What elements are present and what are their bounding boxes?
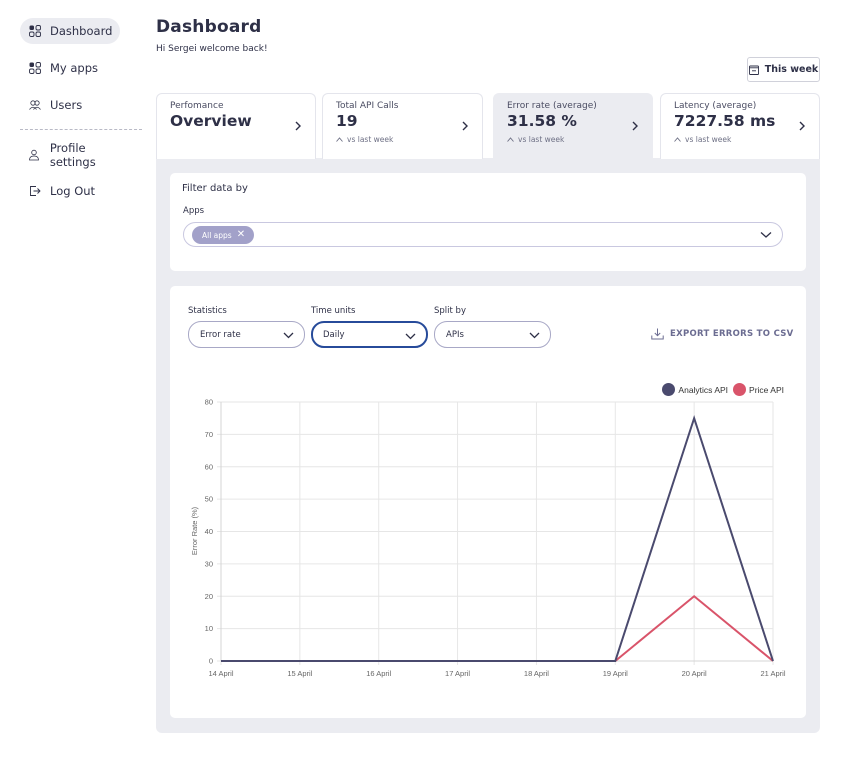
y-tick-label: 60 xyxy=(205,462,213,471)
y-tick-label: 20 xyxy=(205,592,213,601)
card-performance-overview[interactable]: Perfomance Overview xyxy=(156,93,316,159)
y-axis: 0 10 20 30 40 50 60 70 80 xyxy=(205,398,213,666)
card-label: Error rate (average) xyxy=(507,101,597,111)
card-label: Total API Calls xyxy=(336,101,399,111)
x-tick-label: 21 April xyxy=(760,669,785,678)
period-picker-button[interactable]: This week xyxy=(747,57,820,82)
chevron-down-icon xyxy=(760,232,772,238)
sidebar-item-label: Dashboard xyxy=(50,24,113,38)
sidebar-item-label: My apps xyxy=(50,61,99,75)
card-trend: vs last week xyxy=(674,135,806,144)
series-line-analytics-api xyxy=(221,414,774,662)
card-latency[interactable]: Latency (average) 7227.58 ms vs last wee… xyxy=(660,93,820,159)
card-value: 7227.58 ms xyxy=(674,112,776,130)
chevron-right-icon xyxy=(632,121,638,131)
card-trend: vs last week xyxy=(336,135,469,144)
x-tick-label: 18 April xyxy=(524,669,549,678)
chart-lines xyxy=(221,414,774,662)
y-tick-label: 70 xyxy=(205,430,213,439)
apps-multiselect[interactable]: All apps ✕ xyxy=(183,222,783,247)
sidebar-item-label: Profile settings xyxy=(49,141,96,169)
sidebar-item-dashboard[interactable]: Dashboard xyxy=(20,18,121,44)
app-chip: All apps ✕ xyxy=(192,226,255,244)
y-tick-label: 80 xyxy=(205,398,213,407)
profile-icon xyxy=(28,149,41,162)
card-trend: vs last week xyxy=(507,135,639,144)
chevron-up-icon xyxy=(336,137,343,142)
sidebar-item-log-out[interactable]: Log Out xyxy=(20,178,103,204)
y-tick-label: 10 xyxy=(205,624,213,633)
card-label: Perfomance xyxy=(170,101,224,111)
chevron-up-icon xyxy=(507,137,514,142)
sidebar-item-my-apps[interactable]: My apps xyxy=(20,55,106,81)
page-title: Dashboard xyxy=(156,17,262,37)
calendar-icon xyxy=(748,65,759,75)
chevron-right-icon xyxy=(462,121,468,131)
x-tick-label: 20 April xyxy=(682,669,707,678)
sidebar-divider xyxy=(20,129,142,130)
card-value: 31.58 % xyxy=(507,112,577,130)
card-error-rate[interactable]: Error rate (average) 31.58 % vs last wee… xyxy=(493,93,653,159)
x-tick-label: 16 April xyxy=(366,669,391,678)
chevron-right-icon xyxy=(799,121,805,131)
sidebar-item-users[interactable]: Users xyxy=(20,92,90,118)
sidebar-item-profile-settings[interactable]: Profile settings xyxy=(20,141,142,169)
apps-label: Apps xyxy=(183,206,205,216)
y-tick-label: 50 xyxy=(205,495,213,504)
sidebar-item-label: Log Out xyxy=(50,184,96,198)
grid-icon xyxy=(28,25,41,38)
filter-card: Filter data by Apps All apps ✕ xyxy=(170,173,806,271)
x-tick-label: 19 April xyxy=(603,669,628,678)
x-axis: 14 April 15 April 16 April 17 April 18 April… xyxy=(208,669,785,678)
y-tick-label: 40 xyxy=(205,527,213,536)
chevron-up-icon xyxy=(674,137,681,142)
card-label: Latency (average) xyxy=(674,101,757,111)
card-total-api-calls[interactable]: Total API Calls 19 vs last week xyxy=(322,93,483,159)
logout-icon xyxy=(28,185,41,198)
error-rate-chart: 0 10 20 30 40 50 60 70 80 14 April 15 April 16 Apr… xyxy=(190,398,786,679)
x-tick-label: 17 April xyxy=(445,669,470,678)
y-tick-label: 0 xyxy=(209,657,213,666)
y-axis-label: Error Rate (%) xyxy=(190,506,199,555)
users-icon xyxy=(28,99,41,112)
welcome-message: Hi Sergei welcome back! xyxy=(156,44,268,54)
period-label: This week xyxy=(764,64,819,75)
apps-icon xyxy=(28,62,41,75)
chip-label: All apps xyxy=(202,230,232,240)
y-tick-label: 30 xyxy=(205,559,213,568)
remove-chip-icon[interactable]: ✕ xyxy=(237,230,245,240)
card-value: Overview xyxy=(170,112,252,130)
chart-card: Statistics Error rate Time units Daily S… xyxy=(170,286,806,718)
card-value: 19 xyxy=(336,112,358,130)
chart-grid xyxy=(217,401,774,665)
sidebar-item-label: Users xyxy=(50,98,83,112)
x-tick-label: 14 April xyxy=(208,669,233,678)
filter-title: Filter data by xyxy=(182,183,248,194)
x-tick-label: 15 April xyxy=(287,669,312,678)
chevron-right-icon xyxy=(295,121,301,131)
